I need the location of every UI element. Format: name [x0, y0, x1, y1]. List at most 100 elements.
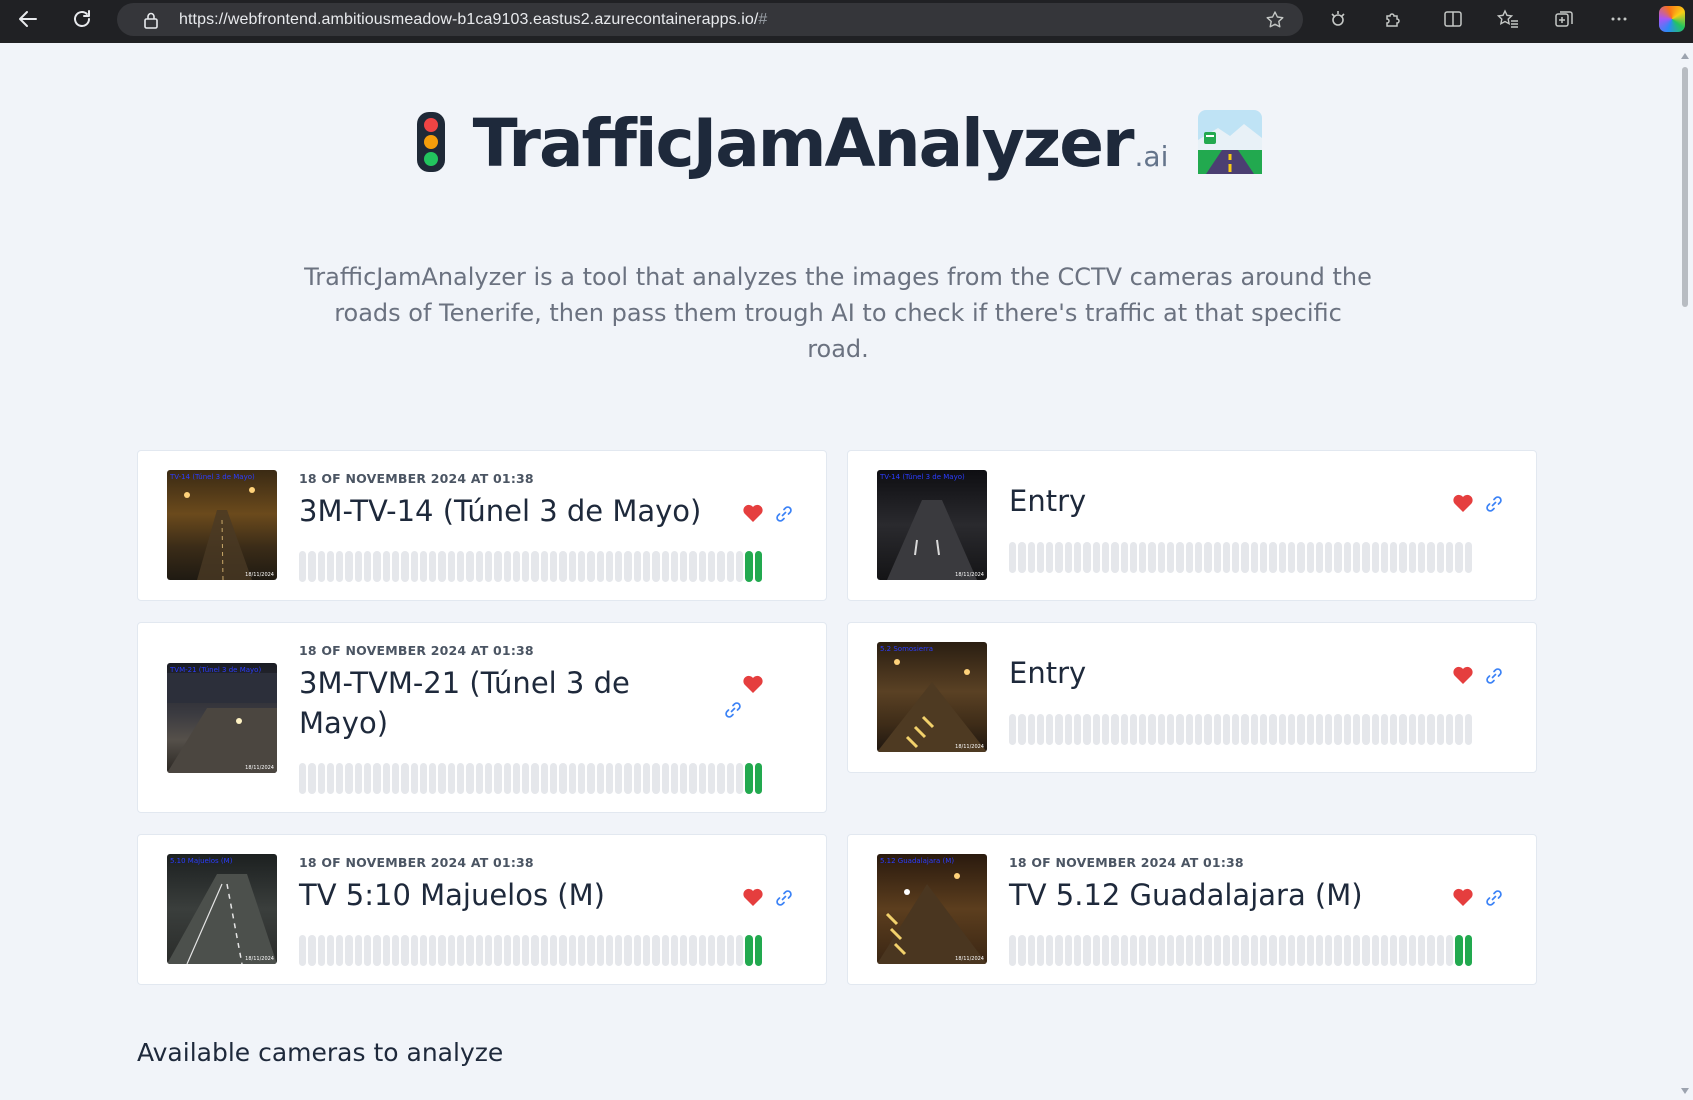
available-cameras-heading: Available cameras to analyze	[137, 1038, 504, 1067]
traffic-bar-segment	[661, 551, 669, 582]
scrollbar-thumb[interactable]	[1682, 67, 1688, 307]
camera-thumbnail[interactable]: 5.12 Guadalajara (M) 18/11/2024	[877, 854, 987, 964]
traffic-bar-segment	[1232, 714, 1240, 745]
camera-card[interactable]: 5.10 Majuelos (M) 18/11/2024 18 OF NOVEM…	[137, 834, 827, 985]
camera-card[interactable]: TVM-21 (Túnel 3 de Mayo) 18/11/2024 18 O…	[137, 622, 827, 813]
traffic-bar-segment	[1064, 935, 1073, 966]
traffic-bar-segment	[624, 935, 632, 966]
traffic-bar-segment	[512, 763, 521, 794]
traffic-bar-segment	[1139, 542, 1147, 573]
traffic-bar-segment	[1185, 542, 1193, 573]
traffic-bar-segment	[364, 935, 372, 966]
traffic-bar-segment	[466, 763, 474, 794]
split-screen-icon[interactable]	[1439, 5, 1467, 33]
scroll-down-icon[interactable]	[1681, 1088, 1689, 1094]
traffic-bar-segment	[596, 935, 604, 966]
camera-thumbnail[interactable]: 5.2 Somosierra 18/11/2024	[877, 642, 987, 752]
traffic-bar-segment	[1427, 935, 1435, 966]
camera-card[interactable]: TV-14 (Túnel 3 de Mayo) 18/11/2024 Entry	[847, 450, 1537, 601]
traffic-bar-segment	[1343, 935, 1351, 966]
url-text[interactable]: https://webfrontend.ambitiousmeadow-b1ca…	[179, 11, 767, 29]
address-bar[interactable]: https://webfrontend.ambitiousmeadow-b1ca…	[117, 3, 1303, 36]
extensions-icon[interactable]	[1379, 5, 1407, 33]
lock-icon[interactable]	[143, 11, 159, 33]
traffic-bar-segment	[550, 551, 558, 582]
traffic-bar-segment	[531, 935, 539, 966]
traffic-bar-segment	[457, 935, 465, 966]
traffic-bar-segment	[1287, 714, 1296, 745]
traffic-bar-segment	[1167, 542, 1175, 573]
heart-icon[interactable]	[742, 887, 764, 907]
favorite-star-icon[interactable]	[1265, 10, 1285, 34]
url-main: https://webfrontend.ambitiousmeadow-b1ca…	[179, 11, 759, 28]
collections-icon[interactable]	[1550, 5, 1578, 33]
favorites-icon[interactable]	[1494, 5, 1522, 33]
traffic-bar-segment	[1092, 935, 1100, 966]
url-hash: #	[758, 11, 768, 28]
traffic-bar-segment	[1260, 935, 1268, 966]
traffic-bar-segment	[680, 763, 688, 794]
heart-icon[interactable]	[1452, 665, 1474, 685]
traffic-bar-segment	[1009, 542, 1017, 573]
traffic-bar-segment	[410, 935, 418, 966]
back-icon[interactable]	[14, 5, 42, 33]
traffic-bar-segment	[1250, 714, 1259, 745]
link-icon[interactable]	[774, 888, 794, 908]
traffic-bar-segment	[354, 763, 363, 794]
page-scrollbar[interactable]	[1677, 43, 1693, 1100]
link-icon[interactable]	[723, 700, 743, 720]
heart-icon[interactable]	[742, 674, 764, 694]
refresh-icon[interactable]	[68, 5, 96, 33]
traffic-bar-segment	[670, 551, 679, 582]
traffic-bar-segment	[1418, 542, 1426, 573]
camera-card[interactable]: 5.2 Somosierra 18/11/2024 Entry	[847, 622, 1537, 773]
traffic-bar-segment	[1408, 935, 1417, 966]
traffic-bar-segment	[1436, 714, 1444, 745]
traffic-bar-segment	[1046, 935, 1054, 966]
traffic-bar-segment	[1232, 542, 1240, 573]
heart-icon[interactable]	[1452, 887, 1474, 907]
card-date: 18 OF NOVEMBER 2024 AT 01:38	[299, 855, 534, 870]
camera-thumbnail[interactable]: TV-14 (Túnel 3 de Mayo) 18/11/2024	[877, 470, 987, 580]
traffic-bar-segment	[345, 551, 353, 582]
camera-thumbnail[interactable]: TVM-21 (Túnel 3 de Mayo) 18/11/2024	[167, 663, 277, 773]
traffic-bar-segment	[754, 763, 762, 794]
traffic-bar-segment	[429, 763, 437, 794]
traffic-bar-segment	[1418, 714, 1426, 745]
traffic-bar-segment	[1241, 542, 1249, 573]
traffic-bar-segment	[1139, 935, 1147, 966]
traffic-bar-segment	[373, 935, 381, 966]
traffic-bar-segment	[1213, 714, 1221, 745]
traffic-bar-segment	[1185, 714, 1193, 745]
link-icon[interactable]	[1484, 888, 1504, 908]
traffic-bar-segment	[1055, 542, 1063, 573]
traffic-bar-segment	[670, 763, 679, 794]
tracking-icon[interactable]	[1324, 5, 1352, 33]
traffic-bar-segment	[1427, 542, 1435, 573]
traffic-bar-segment	[577, 551, 586, 582]
camera-card[interactable]: 5.12 Guadalajara (M) 18/11/2024 18 OF NO…	[847, 834, 1537, 985]
heart-icon[interactable]	[742, 503, 764, 523]
traffic-bar-segment	[1064, 714, 1073, 745]
camera-overlay-date: 18/11/2024	[245, 765, 274, 771]
link-icon[interactable]	[1484, 494, 1504, 514]
camera-card[interactable]: TV-14 (Túnel 3 de Mayo) 18/11/2024 18 OF…	[137, 450, 827, 601]
traffic-bar-segment	[1241, 714, 1249, 745]
traffic-bar-segment	[1269, 935, 1277, 966]
link-icon[interactable]	[774, 504, 794, 524]
traffic-bar-segment	[1036, 935, 1045, 966]
traffic-bar-segment	[1176, 714, 1184, 745]
traffic-bar-segment	[1455, 935, 1463, 966]
traffic-bar-segment	[410, 551, 418, 582]
traffic-bar-segment	[568, 935, 576, 966]
copilot-icon[interactable]	[1659, 6, 1685, 32]
link-icon[interactable]	[1484, 666, 1504, 686]
camera-thumbnail[interactable]: TV-14 (Túnel 3 de Mayo) 18/11/2024	[167, 470, 277, 580]
traffic-bar-segment	[1362, 542, 1370, 573]
heart-icon[interactable]	[1452, 493, 1474, 513]
camera-thumbnail[interactable]: 5.10 Majuelos (M) 18/11/2024	[167, 854, 277, 964]
scroll-up-icon[interactable]	[1681, 53, 1689, 59]
title-suffix: .ai	[1134, 140, 1169, 173]
more-icon[interactable]	[1605, 5, 1633, 33]
traffic-bar-segment	[670, 935, 679, 966]
